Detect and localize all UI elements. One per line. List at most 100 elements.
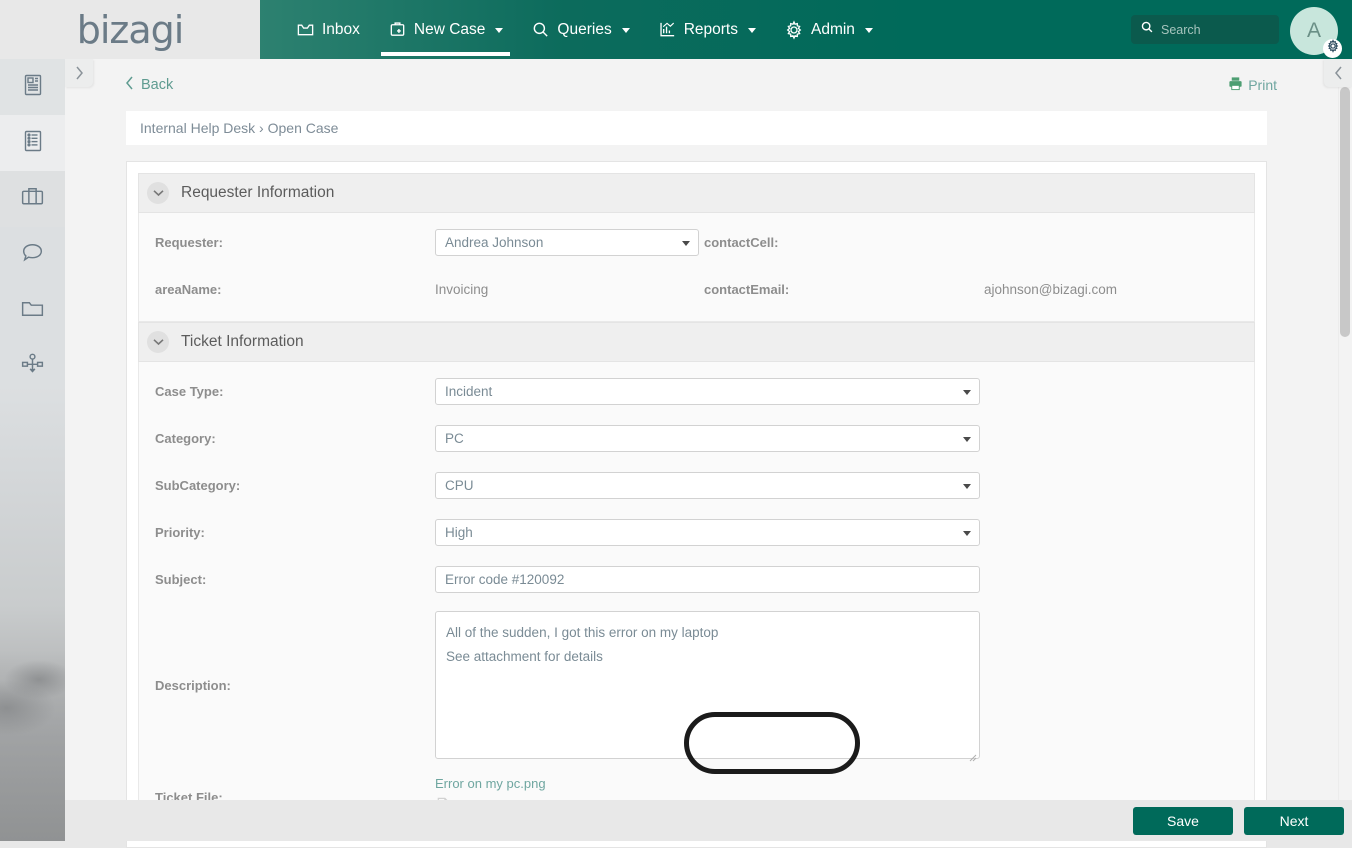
category-dropdown[interactable]: PC bbox=[435, 425, 980, 452]
chevron-down-icon bbox=[621, 28, 630, 33]
chat-bubble-icon bbox=[19, 239, 46, 271]
section-header-requester-information[interactable]: Requester Information bbox=[138, 173, 1255, 213]
sidebar-item-news[interactable] bbox=[0, 59, 65, 115]
save-button[interactable]: Save bbox=[1133, 806, 1233, 835]
expand-sidebar-button[interactable] bbox=[65, 59, 93, 87]
section-body-requester-information: Requester: Andrea Johnson contactCell: a… bbox=[138, 213, 1255, 322]
search-icon bbox=[531, 20, 550, 39]
ticket-file-link[interactable]: Error on my pc.png bbox=[435, 776, 546, 791]
back-label: Back bbox=[141, 77, 174, 93]
chart-icon bbox=[658, 20, 677, 39]
gear-icon bbox=[1326, 39, 1340, 58]
requester-dropdown[interactable]: Andrea Johnson bbox=[435, 229, 699, 256]
case-type-value: Incident bbox=[445, 384, 493, 399]
subcategory-value: CPU bbox=[445, 478, 474, 493]
vertical-scrollbar[interactable] bbox=[1338, 87, 1352, 800]
form-footer: Save Next bbox=[65, 800, 1352, 841]
case-form-card: Requester Information Requester: Andrea … bbox=[126, 161, 1267, 848]
nav-item-inbox[interactable]: Inbox bbox=[282, 0, 374, 59]
form-row-subcategory: SubCategory: CPU bbox=[139, 462, 1254, 509]
nav-item-new-case[interactable]: New Case bbox=[374, 0, 518, 59]
field-label-contact-cell: contactCell: bbox=[704, 235, 779, 250]
section-title: Ticket Information bbox=[181, 333, 304, 350]
field-label-area-name: areaName: bbox=[155, 282, 222, 297]
form-row-area-name: areaName: Invoicing contactEmail: ajohns… bbox=[139, 266, 1254, 313]
field-label-case-type: Case Type: bbox=[155, 384, 224, 399]
search-placeholder: Search bbox=[1161, 22, 1201, 37]
avatar[interactable]: A bbox=[1290, 7, 1342, 59]
field-label-category: Category: bbox=[155, 431, 216, 446]
avatar-settings-badge[interactable] bbox=[1323, 39, 1342, 58]
logo-area: bizagi bbox=[0, 0, 260, 59]
form-row-description: Description: All of the sudden, I got th… bbox=[139, 603, 1254, 767]
category-value: PC bbox=[445, 431, 464, 446]
subject-input[interactable]: Error code #120092 bbox=[435, 566, 980, 593]
scrollbar-thumb[interactable] bbox=[1340, 87, 1350, 337]
field-label-requester: Requester: bbox=[155, 235, 223, 250]
chevron-down-icon bbox=[682, 241, 690, 246]
sidebar-item-folders[interactable] bbox=[0, 283, 65, 339]
list-document-icon bbox=[20, 128, 46, 159]
inbox-icon bbox=[296, 20, 315, 39]
sidebar-item-messages[interactable] bbox=[0, 227, 65, 283]
next-button[interactable]: Next bbox=[1244, 806, 1344, 835]
chevron-down-icon[interactable] bbox=[147, 331, 169, 353]
news-article-icon bbox=[20, 72, 46, 103]
description-textarea[interactable]: All of the sudden, I got this error on m… bbox=[435, 611, 980, 762]
description-line-2: See attachment for details bbox=[446, 649, 603, 664]
chevron-down-icon bbox=[963, 390, 971, 395]
sidebar-rail bbox=[0, 59, 65, 841]
nav-label: New Case bbox=[413, 20, 486, 38]
print-button[interactable]: Print bbox=[1228, 76, 1277, 94]
chevron-down-icon bbox=[495, 28, 504, 33]
contact-email-value: ajohnson@bizagi.com bbox=[984, 282, 1118, 297]
section-body-ticket-information: Case Type: Incident Category: PC SubCate… bbox=[138, 362, 1255, 836]
priority-value: High bbox=[445, 525, 473, 540]
briefcase-icon bbox=[19, 183, 46, 215]
field-label-subject: Subject: bbox=[155, 572, 207, 587]
content-toolbar: Back Print bbox=[65, 59, 1352, 111]
chevron-down-icon bbox=[864, 28, 873, 33]
app-header: bizagi Inbox New Case Queries Reports Ad… bbox=[0, 0, 1352, 59]
chevron-left-icon bbox=[125, 76, 134, 94]
resize-handle-icon[interactable] bbox=[967, 746, 977, 762]
case-type-dropdown[interactable]: Incident bbox=[435, 378, 980, 405]
nav-label: Reports bbox=[683, 20, 738, 38]
nav-item-admin[interactable]: Admin bbox=[770, 0, 887, 59]
chevron-down-icon bbox=[963, 531, 971, 536]
sidebar-item-list[interactable] bbox=[0, 115, 65, 171]
back-button[interactable]: Back bbox=[125, 76, 173, 94]
printer-icon bbox=[1228, 76, 1243, 94]
priority-dropdown[interactable]: High bbox=[435, 519, 980, 546]
description-line-1: All of the sudden, I got this error on m… bbox=[446, 625, 719, 640]
avatar-initial: A bbox=[1306, 19, 1321, 42]
subcategory-dropdown[interactable]: CPU bbox=[435, 472, 980, 499]
search-icon bbox=[1140, 20, 1154, 39]
breadcrumb: Internal Help Desk › Open Case bbox=[126, 111, 1267, 145]
field-label-subcategory: SubCategory: bbox=[155, 478, 241, 493]
main-navigation: Inbox New Case Queries Reports Admin Sea… bbox=[260, 0, 1352, 59]
sidebar-item-cases[interactable] bbox=[0, 171, 65, 227]
field-label-priority: Priority: bbox=[155, 525, 205, 540]
nav-label: Inbox bbox=[322, 20, 360, 38]
nav-label: Admin bbox=[810, 20, 855, 38]
chevron-down-icon[interactable] bbox=[147, 182, 169, 204]
area-name-value: Invoicing bbox=[435, 282, 489, 297]
section-header-ticket-information[interactable]: Ticket Information bbox=[138, 322, 1255, 362]
chevron-down-icon bbox=[963, 437, 971, 442]
nav-item-reports[interactable]: Reports bbox=[644, 0, 770, 59]
sidebar-item-org-chart[interactable] bbox=[0, 339, 65, 395]
main-content: Back Print Internal Help Desk › Open Cas… bbox=[65, 59, 1352, 848]
requester-value: Andrea Johnson bbox=[445, 235, 544, 250]
collapse-panel-button[interactable] bbox=[1324, 59, 1352, 87]
nav-item-queries[interactable]: Queries bbox=[517, 0, 643, 59]
field-label-contact-email: contactEmail: bbox=[704, 282, 790, 297]
section-title: Requester Information bbox=[181, 184, 335, 201]
print-label: Print bbox=[1248, 77, 1277, 93]
chevron-down-icon bbox=[963, 484, 971, 489]
form-row-subject: Subject: Error code #120092 bbox=[139, 556, 1254, 603]
search-input[interactable]: Search bbox=[1131, 15, 1279, 44]
field-label-description: Description: bbox=[155, 677, 231, 693]
form-row-priority: Priority: High bbox=[139, 509, 1254, 556]
form-row-category: Category: PC bbox=[139, 415, 1254, 462]
